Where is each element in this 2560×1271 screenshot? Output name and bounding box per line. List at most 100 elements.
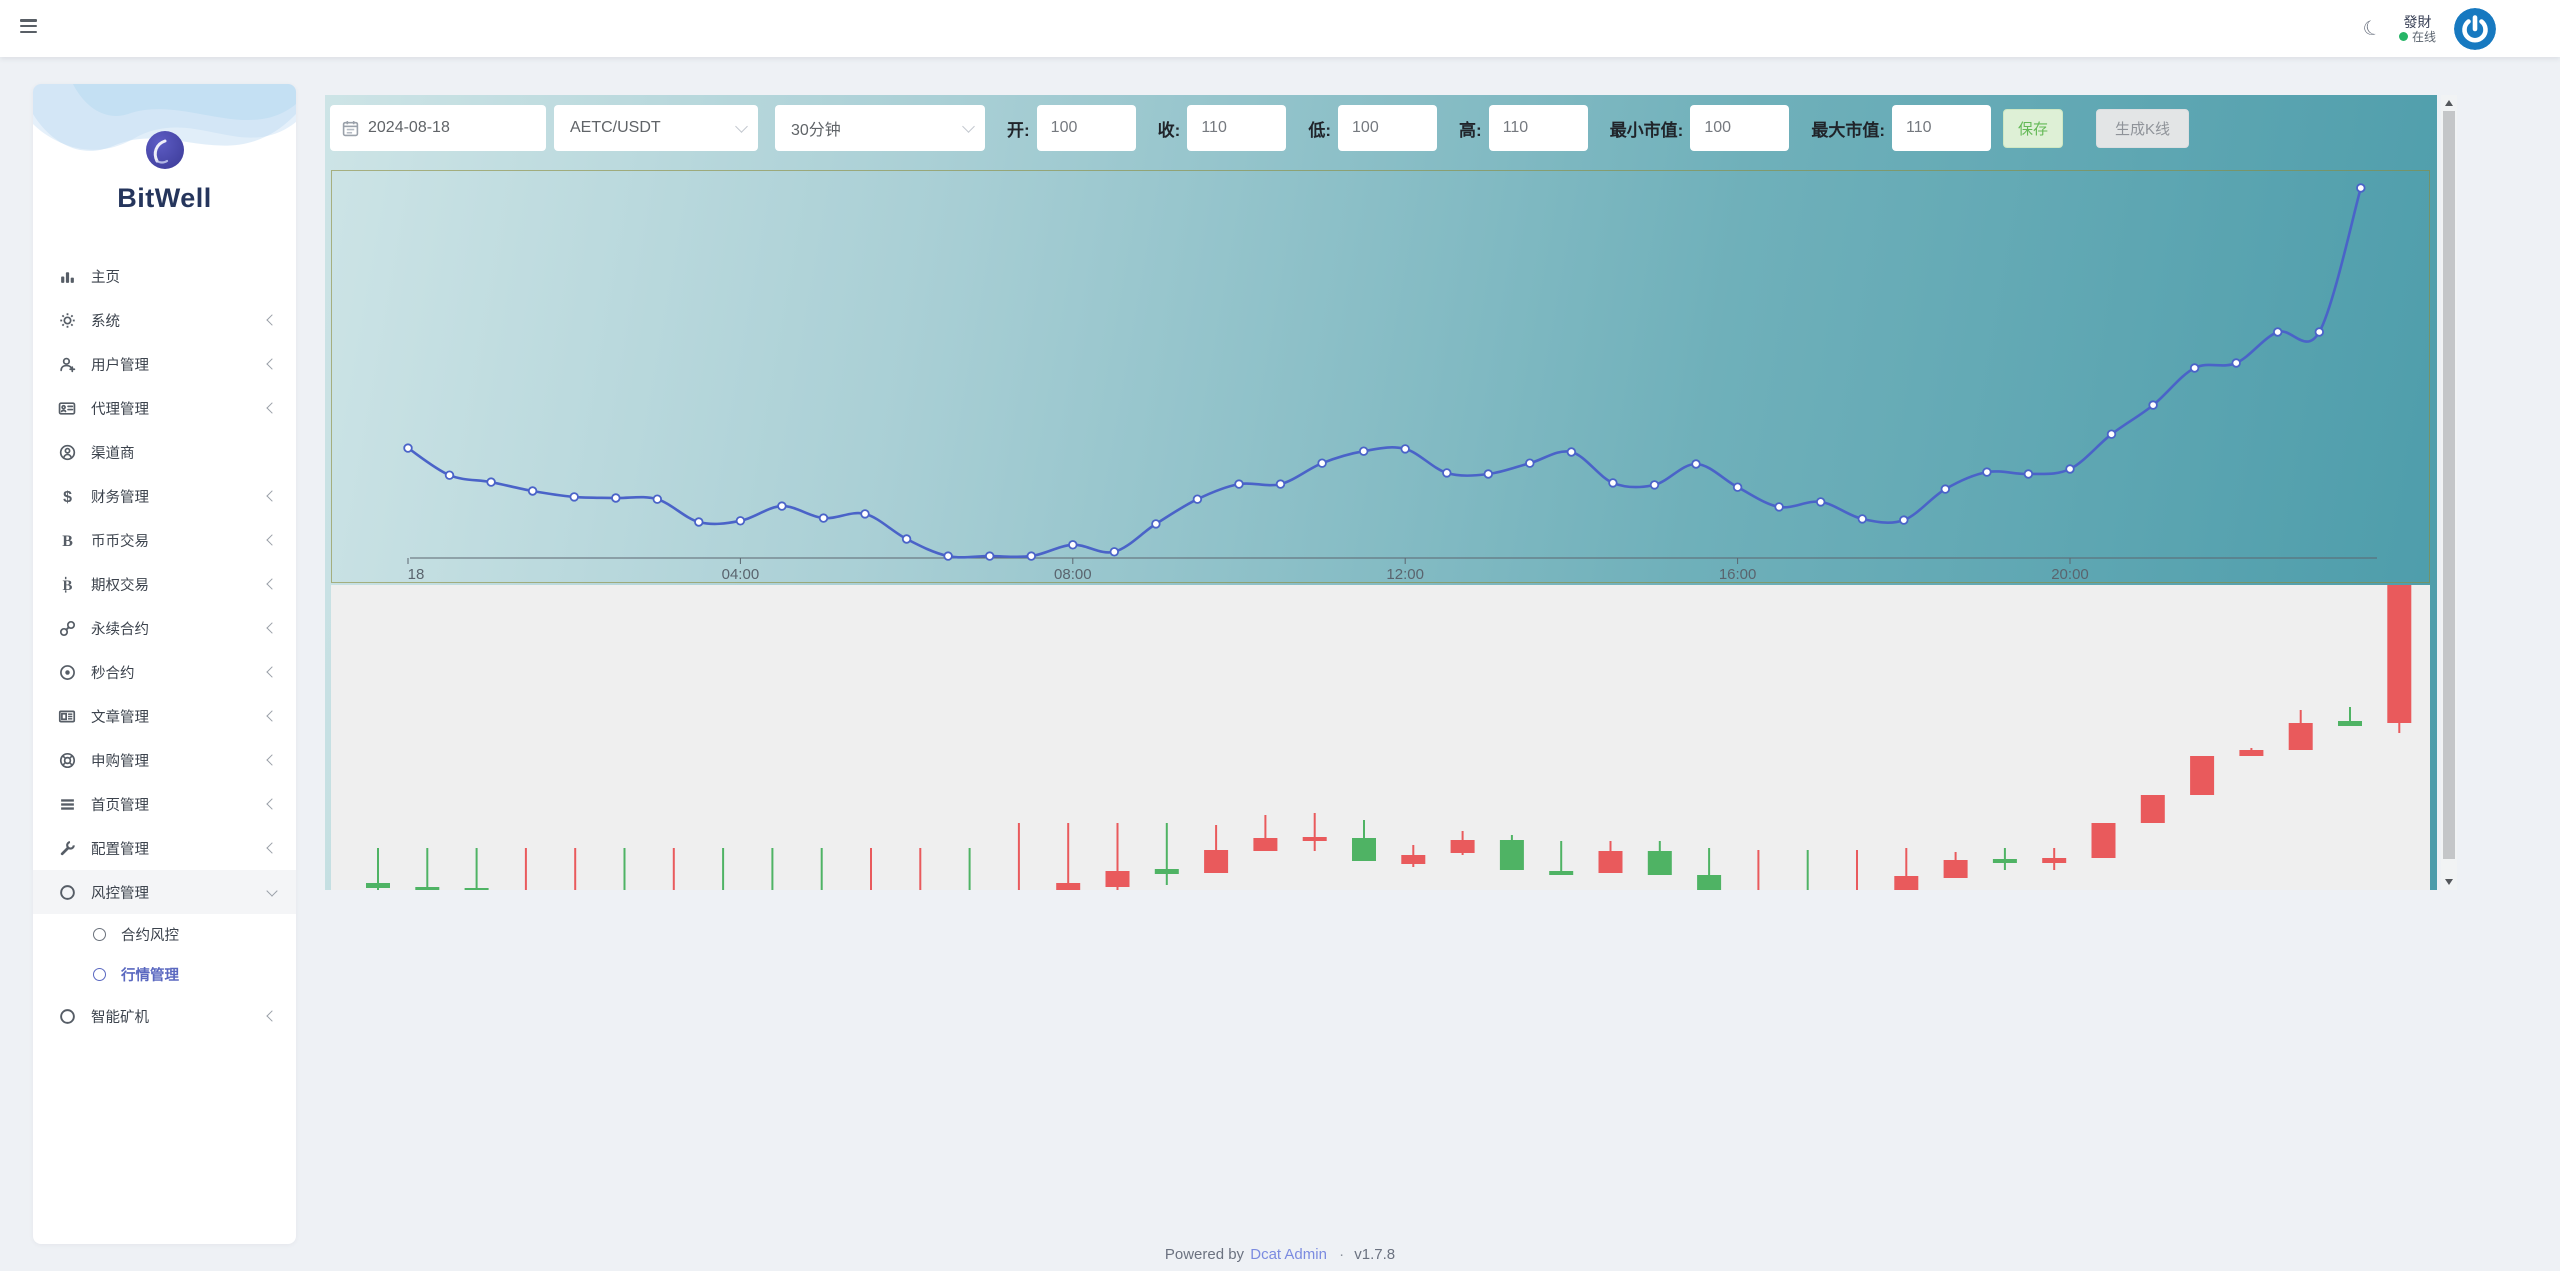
bars-icon [56, 796, 78, 813]
field-label-3: 高: [1459, 116, 1482, 141]
chevron-left-icon [266, 754, 277, 765]
chevron-left-icon [266, 578, 277, 589]
sidebar-item-label: 首页管理 [91, 794, 268, 815]
save-button[interactable]: 保存 [2003, 109, 2063, 148]
scroll-up-arrow-icon[interactable] [2445, 100, 2453, 106]
scroll-down-arrow-icon[interactable] [2445, 879, 2453, 885]
brand[interactable]: BitWell [33, 84, 296, 214]
sidebar-item-label: 渠道商 [91, 442, 276, 463]
interval-select[interactable]: 30分钟 [775, 105, 985, 151]
sidebar-subitem-label: 合约风控 [121, 924, 179, 945]
dark-mode-moon-icon[interactable]: ☾ [2360, 16, 2383, 41]
field-input-5[interactable] [1892, 105, 1991, 151]
avatar[interactable] [2454, 8, 2496, 50]
svg-text:20:00: 20:00 [2051, 566, 2089, 583]
dollar-icon: $ [56, 488, 78, 505]
sidebar-item-4[interactable]: 渠道商 [33, 430, 296, 474]
sidebar-item-label: 代理管理 [91, 398, 268, 419]
field-input-0[interactable] [1037, 105, 1136, 151]
sidebar-item-label: 风控管理 [91, 882, 268, 903]
sidebar-item-label: 申购管理 [91, 750, 268, 771]
user-plus-icon [56, 356, 78, 373]
sidebar-item-9[interactable]: 秒合约 [33, 650, 296, 694]
sidebar-item-3[interactable]: 代理管理 [33, 386, 296, 430]
online-dot-icon [2399, 32, 2408, 41]
field-label-2: 低: [1308, 116, 1331, 141]
market-editor-panel: 2024-08-18 AETC/USDT 30分钟 开:收:低:高:最小市值:最… [325, 95, 2437, 890]
chevron-left-icon [266, 622, 277, 633]
svg-text:B: B [62, 532, 73, 548]
generate-kline-button[interactable]: 生成K线 [2096, 109, 2189, 148]
field-label-4: 最小市值: [1610, 116, 1684, 141]
sidebar-subitem-14-1[interactable]: 行情管理 [33, 954, 296, 994]
interval-select-value: 30分钟 [791, 116, 841, 140]
svg-text:04:00: 04:00 [722, 566, 760, 583]
field-input-4[interactable] [1690, 105, 1789, 151]
chevron-left-icon [266, 666, 277, 677]
sidebar-item-label: 币币交易 [91, 530, 268, 551]
calendar-icon [342, 120, 359, 137]
power-logo-icon [2454, 8, 2496, 50]
chevron-left-icon [266, 798, 277, 809]
field-label-0: 开: [1007, 116, 1030, 141]
bullseye-icon [56, 664, 78, 681]
field-input-3[interactable] [1489, 105, 1588, 151]
chart-bar-icon [56, 268, 78, 285]
svg-text:12:00: 12:00 [1386, 566, 1424, 583]
date-picker[interactable]: 2024-08-18 [330, 105, 546, 151]
sidebar-subitem-14-0[interactable]: 合约风控 [33, 914, 296, 954]
sidebar-item-11[interactable]: 申购管理 [33, 738, 296, 782]
sidebar-item-7[interactable]: B期权交易 [33, 562, 296, 606]
sidebar-item-label: 用户管理 [91, 354, 268, 375]
user-name: 發財 [2399, 14, 2436, 30]
chevron-left-icon [266, 358, 277, 369]
svg-text:16:00: 16:00 [1719, 566, 1757, 583]
footer-powered-by: Powered by [1165, 1246, 1244, 1263]
chevron-down-icon [735, 120, 748, 133]
field-input-1[interactable] [1187, 105, 1286, 151]
sidebar-item-label: 秒合约 [91, 662, 268, 683]
vertical-scrollbar[interactable] [2441, 95, 2457, 890]
sidebar-item-0[interactable]: 主页 [33, 254, 296, 298]
chain-link-icon [56, 620, 78, 637]
gear-icon [56, 312, 78, 329]
chevron-left-icon [266, 314, 277, 325]
sidebar-subitem-label: 行情管理 [121, 964, 179, 985]
chevron-left-icon [266, 710, 277, 721]
circle-o-icon [56, 1008, 78, 1025]
sidebar-item-6[interactable]: B 币币交易 [33, 518, 296, 562]
svg-text:08:00: 08:00 [1054, 566, 1092, 583]
candlestick-chart [331, 585, 2430, 890]
price-line-chart: 18 04:00 08:00 12:00 16:00 20:00 [331, 170, 2430, 583]
pair-select-value: AETC/USDT [570, 119, 661, 137]
sidebar-item-13[interactable]: 配置管理 [33, 826, 296, 870]
sidebar-toggle-icon[interactable] [20, 19, 40, 37]
field-input-2[interactable] [1338, 105, 1437, 151]
life-ring-icon [56, 752, 78, 769]
letter-b-icon: B [56, 532, 78, 549]
sidebar: BitWell 主页系统用户管理代理管理渠道商 $财务管理 B 币币交易 B期权交易永续… [33, 84, 296, 1244]
sidebar-item-label: 永续合约 [91, 618, 268, 639]
brand-name: BitWell [33, 183, 296, 214]
sidebar-item-15[interactable]: 智能矿机 [33, 994, 296, 1038]
sidebar-nav: 主页系统用户管理代理管理渠道商 $财务管理 B 币币交易 B期权交易永续合约秒合约文章管… [33, 254, 296, 1038]
sidebar-item-10[interactable]: 文章管理 [33, 694, 296, 738]
sidebar-item-2[interactable]: 用户管理 [33, 342, 296, 386]
sidebar-item-12[interactable]: 首页管理 [33, 782, 296, 826]
user-circle-icon [56, 444, 78, 461]
scrollbar-thumb[interactable] [2443, 111, 2455, 859]
sidebar-item-1[interactable]: 系统 [33, 298, 296, 342]
sidebar-item-14[interactable]: 风控管理 [33, 870, 296, 914]
sidebar-item-label: 期权交易 [91, 574, 268, 595]
sidebar-item-5[interactable]: $财务管理 [33, 474, 296, 518]
user-menu[interactable]: 發財 在线 [2399, 14, 2436, 44]
sidebar-item-8[interactable]: 永续合约 [33, 606, 296, 650]
circle-o-icon [56, 884, 78, 901]
dcat-admin-link[interactable]: Dcat Admin [1250, 1246, 1327, 1263]
chevron-down-icon [266, 885, 277, 896]
circle-o-icon [93, 928, 106, 941]
sidebar-item-label: 配置管理 [91, 838, 268, 859]
pair-select[interactable]: AETC/USDT [554, 105, 758, 151]
sidebar-item-label: 文章管理 [91, 706, 268, 727]
svg-text:18: 18 [408, 566, 425, 583]
